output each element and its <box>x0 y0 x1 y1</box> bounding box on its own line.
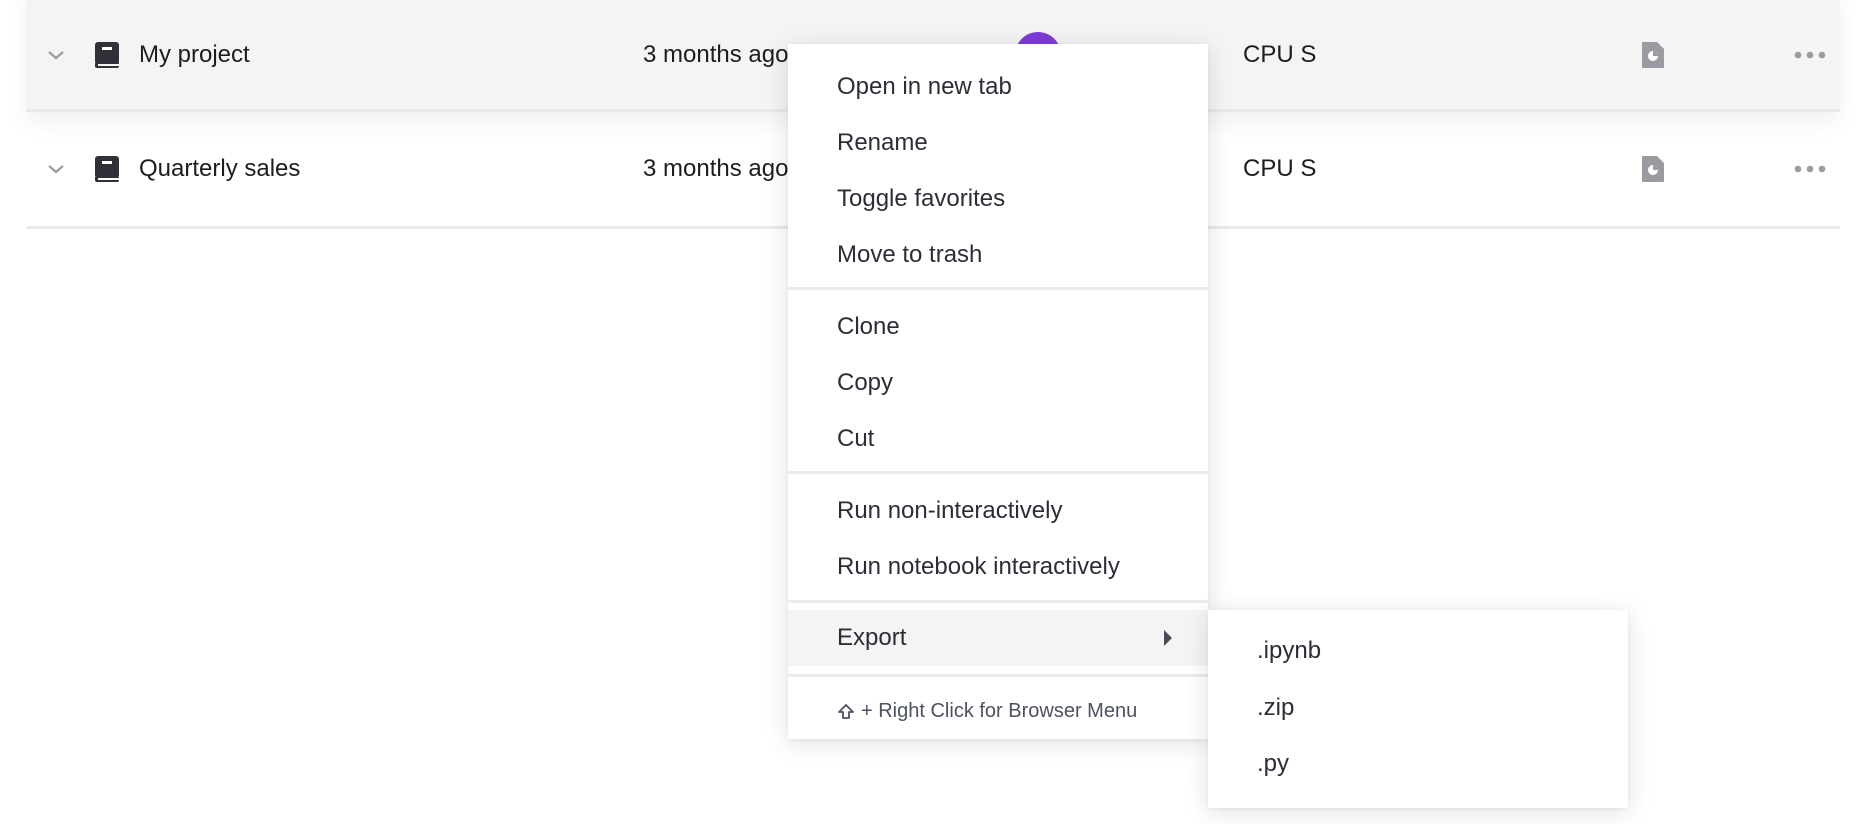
menu-item-toggle-favorites[interactable]: Toggle favorites <box>788 171 1208 227</box>
export-submenu: .ipynb .zip .py <box>1208 610 1628 808</box>
notebook-book-icon <box>95 156 119 182</box>
machine-type: CPU S <box>1243 40 1317 68</box>
notebook-name[interactable]: My project <box>139 41 250 69</box>
menu-divider <box>788 471 1208 474</box>
machine-type: CPU S <box>1243 155 1317 182</box>
modified-time: 3 months ago <box>643 40 789 68</box>
menu-item-open-in-new-tab[interactable]: Open in new tab <box>788 59 1208 115</box>
menu-item-export[interactable]: Export <box>788 610 1208 666</box>
menu-item-cut[interactable]: Cut <box>788 411 1208 467</box>
more-options-icon[interactable] <box>1794 164 1826 174</box>
menu-item-move-to-trash[interactable]: Move to trash <box>788 227 1208 283</box>
notebook-name[interactable]: Quarterly sales <box>139 155 300 183</box>
export-ipynb[interactable]: .ipynb <box>1208 623 1628 679</box>
menu-divider <box>788 600 1208 603</box>
chevron-down-icon[interactable] <box>46 162 66 176</box>
export-zip[interactable]: .zip <box>1208 680 1628 736</box>
menu-divider <box>788 674 1208 677</box>
shift-key-icon <box>838 703 854 719</box>
notebook-book-icon <box>95 41 119 68</box>
browser-menu-hint: + Right Click for Browser Menu <box>788 684 1208 739</box>
more-options-icon[interactable] <box>1794 50 1826 60</box>
file-chart-icon[interactable] <box>1641 41 1665 69</box>
menu-divider <box>788 287 1208 290</box>
menu-item-label: Export <box>837 624 907 651</box>
modified-time: 3 months ago <box>643 155 789 182</box>
menu-item-run-non-interactively[interactable]: Run non-interactively <box>788 483 1208 539</box>
submenu-arrow-icon <box>1164 630 1172 646</box>
file-chart-icon[interactable] <box>1641 155 1665 183</box>
menu-item-copy[interactable]: Copy <box>788 355 1208 411</box>
chevron-down-icon[interactable] <box>46 48 66 62</box>
menu-item-run-notebook-interactively[interactable]: Run notebook interactively <box>788 539 1208 595</box>
menu-item-rename[interactable]: Rename <box>788 115 1208 171</box>
browser-menu-hint-text: + Right Click for Browser Menu <box>861 700 1138 722</box>
context-menu: Open in new tab Rename Toggle favorites … <box>788 44 1208 739</box>
export-py[interactable]: .py <box>1208 736 1628 792</box>
menu-item-clone[interactable]: Clone <box>788 299 1208 355</box>
